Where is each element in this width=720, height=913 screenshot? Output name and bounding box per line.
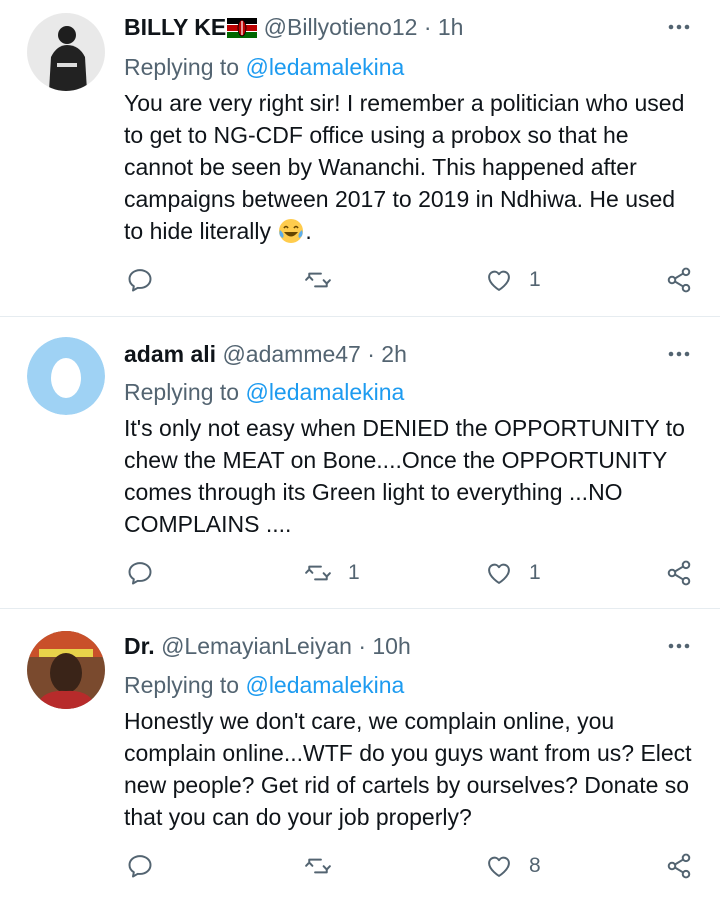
like-button[interactable]: 1 bbox=[485, 262, 541, 298]
like-button[interactable]: 1 bbox=[485, 555, 541, 591]
tweet-text: You are very right sir! I remember a pol… bbox=[124, 87, 699, 253]
retweet-icon bbox=[305, 272, 331, 288]
tweet-actions: 1 1 bbox=[0, 555, 720, 595]
replying-prefix: Replying to bbox=[124, 54, 240, 80]
like-icon bbox=[488, 270, 510, 291]
retweet-button[interactable] bbox=[304, 848, 348, 884]
avatar[interactable] bbox=[27, 631, 105, 709]
share-icon bbox=[667, 853, 691, 879]
replying-to: Replying to @ledamalekina bbox=[124, 670, 404, 700]
share-icon bbox=[667, 267, 691, 293]
timestamp[interactable]: · 2h bbox=[367, 341, 407, 367]
display-name[interactable]: adam ali bbox=[124, 341, 216, 367]
share-button[interactable] bbox=[665, 262, 693, 298]
tweet-text: Honestly we don't care, we complain onli… bbox=[124, 705, 699, 833]
tweet-body: Honestly we don't care, we complain onli… bbox=[124, 708, 692, 830]
tweet-header: BILLY KE @Billyotieno12 · 1h bbox=[124, 12, 640, 45]
timestamp[interactable]: · 1h bbox=[424, 14, 464, 40]
reply-button[interactable] bbox=[126, 262, 154, 298]
reply-icon bbox=[128, 269, 152, 292]
tweet-body: It's only not easy when DENIED the OPPOR… bbox=[124, 415, 685, 537]
replying-prefix: Replying to bbox=[124, 379, 240, 405]
share-icon bbox=[667, 560, 691, 586]
user-handle[interactable]: @LemayianLeiyan bbox=[161, 633, 352, 659]
display-name[interactable]: BILLY KE bbox=[124, 14, 226, 40]
replying-to: Replying to @ledamalekina bbox=[124, 377, 404, 407]
like-button[interactable]: 8 bbox=[485, 848, 541, 884]
like-count: 1 bbox=[529, 561, 541, 584]
kenya-flag-icon bbox=[227, 15, 258, 45]
replying-to-link[interactable]: @ledamalekina bbox=[245, 54, 404, 80]
user-handle[interactable]: @adamme47 bbox=[222, 341, 360, 367]
tweet-actions: 8 bbox=[0, 848, 720, 888]
reply-icon bbox=[128, 855, 152, 878]
tweet-body-suffix: . bbox=[305, 218, 312, 244]
replying-to-link[interactable]: @ledamalekina bbox=[245, 379, 404, 405]
like-count: 8 bbox=[529, 854, 541, 877]
tweet-header: adam ali @adamme47 · 2h bbox=[124, 339, 640, 369]
tweet-body: You are very right sir! I remember a pol… bbox=[124, 90, 685, 244]
tweet-actions: 1 bbox=[0, 262, 720, 302]
timestamp[interactable]: · 10h bbox=[358, 633, 410, 659]
tweet[interactable]: BILLY KE @Billyotieno12 · 1h Replying to… bbox=[0, 0, 720, 317]
tweet-text: It's only not easy when DENIED the OPPOR… bbox=[124, 412, 699, 540]
share-button[interactable] bbox=[665, 555, 693, 591]
replying-to: Replying to @ledamalekina bbox=[124, 52, 404, 82]
avatar[interactable] bbox=[27, 337, 105, 415]
retweet-icon bbox=[305, 565, 331, 581]
share-button[interactable] bbox=[665, 848, 693, 884]
more-icon[interactable] bbox=[666, 14, 692, 40]
user-handle[interactable]: @Billyotieno12 bbox=[264, 14, 418, 40]
retweet-icon bbox=[305, 858, 331, 874]
like-icon bbox=[488, 563, 510, 584]
replying-prefix: Replying to bbox=[124, 672, 240, 698]
retweet-button[interactable] bbox=[304, 262, 348, 298]
reply-icon bbox=[128, 562, 152, 585]
reply-button[interactable] bbox=[126, 848, 154, 884]
retweet-count: 1 bbox=[348, 561, 360, 584]
retweet-button[interactable]: 1 bbox=[304, 555, 360, 591]
tweet-header: Dr. @LemayianLeiyan · 10h bbox=[124, 631, 640, 661]
like-icon bbox=[488, 856, 510, 877]
reply-button[interactable] bbox=[126, 555, 154, 591]
laughing-emoji-icon bbox=[277, 217, 305, 253]
like-count: 1 bbox=[529, 268, 541, 291]
display-name[interactable]: Dr. bbox=[124, 633, 155, 659]
replying-to-link[interactable]: @ledamalekina bbox=[245, 672, 404, 698]
tweet[interactable]: adam ali @adamme47 · 2h Replying to @led… bbox=[0, 317, 720, 609]
more-icon[interactable] bbox=[666, 633, 692, 659]
tweet[interactable]: Dr. @LemayianLeiyan · 10h Replying to @l… bbox=[0, 609, 720, 901]
avatar[interactable] bbox=[27, 13, 105, 91]
more-icon[interactable] bbox=[666, 341, 692, 367]
